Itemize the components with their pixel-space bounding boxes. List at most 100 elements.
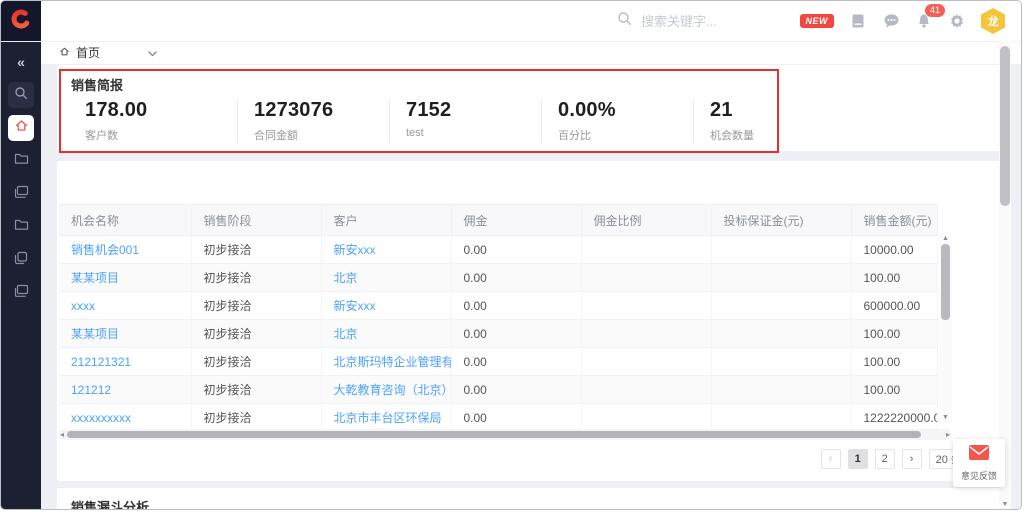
- feedback-label: 意见反馈: [961, 469, 997, 482]
- user-avatar[interactable]: 龙: [981, 8, 1005, 34]
- sidebar-item-module-2[interactable]: [8, 181, 34, 207]
- new-badge[interactable]: NEW: [800, 14, 835, 28]
- customer-link[interactable]: 北京: [334, 327, 358, 341]
- opportunity-link[interactable]: 某某项目: [71, 271, 119, 285]
- page-button-1[interactable]: 1: [848, 449, 868, 469]
- opportunity-link[interactable]: 某某项目: [71, 327, 119, 341]
- scrollbar-thumb[interactable]: [1000, 46, 1010, 206]
- settings-gear-icon[interactable]: [948, 12, 966, 30]
- table-cell: 0.00: [451, 320, 581, 348]
- feedback-widget[interactable]: 意见反馈: [953, 439, 1005, 487]
- page-button-2[interactable]: 2: [875, 449, 895, 469]
- main-content: 首页 销售简报 178.00客户数1273076合同金额7152test0.00…: [41, 41, 1021, 509]
- table-horizontal-scrollbar[interactable]: ◂ ▸: [59, 429, 951, 440]
- breadcrumb-dropdown[interactable]: [148, 46, 157, 60]
- customer-link[interactable]: 北京斯玛特企业管理有限公...: [334, 355, 452, 369]
- breadcrumb: 首页: [41, 41, 1021, 64]
- table-cell: 某某项目: [59, 264, 191, 292]
- scroll-up-icon[interactable]: ▲: [939, 234, 952, 243]
- table-cell: 初步接洽: [191, 376, 321, 404]
- table-cell: 121212: [59, 376, 191, 404]
- stat-label: 机会数量: [710, 127, 845, 143]
- sidebar-item-module-4[interactable]: [8, 247, 34, 273]
- table-row: xxxxxxxxxx初步接洽北京市丰台区环保局0.001222220000.00: [59, 404, 937, 432]
- table-cell: [581, 404, 711, 432]
- opportunity-link[interactable]: xxxx: [71, 299, 95, 313]
- scroll-left-icon[interactable]: ◂: [60, 429, 64, 440]
- brief-stat: 7152test: [389, 99, 541, 143]
- sales-funnel-title: 销售漏斗分析: [71, 497, 149, 510]
- customer-link[interactable]: 新安xxx: [334, 299, 376, 313]
- opportunity-link[interactable]: 121212: [71, 383, 111, 397]
- opportunity-link[interactable]: 销售机会001: [71, 243, 139, 257]
- table-cell: 北京: [321, 320, 451, 348]
- scroll-right-icon[interactable]: ▸: [946, 429, 950, 440]
- table-row: 某某项目初步接洽北京0.00100.00: [59, 320, 937, 348]
- table-cell: 1222220000.00: [851, 404, 937, 432]
- opportunity-table: 机会名称销售阶段客户佣金佣金比例投标保证金(元)销售金额(元) 销售机会001初…: [59, 204, 937, 432]
- search-input[interactable]: [639, 13, 793, 30]
- scroll-down-icon[interactable]: ▼: [999, 501, 1011, 508]
- table-cell: 0.00: [451, 292, 581, 320]
- scrollbar-thumb[interactable]: [941, 244, 950, 320]
- sidebar-item-module-3[interactable]: [8, 214, 34, 240]
- scrollbar-thumb[interactable]: [67, 431, 921, 438]
- customer-link[interactable]: 新安xxx: [334, 243, 376, 257]
- table-cell: [711, 292, 851, 320]
- brief-stat: 21机会数量: [693, 99, 845, 143]
- topbar: NEW 41 龙: [1, 1, 1021, 42]
- opportunity-table-card: 机会名称销售阶段客户佣金佣金比例投标保证金(元)销售金额(元) 销售机会001初…: [57, 161, 1001, 481]
- column-header: 客户: [321, 205, 451, 236]
- table-cell: 100.00: [851, 264, 937, 292]
- customer-link[interactable]: 大乾教育咨询（北京）有限...: [334, 383, 452, 397]
- sidebar-collapse-button[interactable]: «: [8, 49, 34, 75]
- home-icon: [14, 118, 29, 138]
- column-header: 机会名称: [59, 205, 191, 236]
- table-cell: 初步接洽: [191, 264, 321, 292]
- table-cell: 北京市丰台区环保局: [321, 404, 451, 432]
- table-cell: 大乾教育咨询（北京）有限...: [321, 376, 451, 404]
- page-buttons: 12: [848, 449, 895, 469]
- breadcrumb-home-label[interactable]: 首页: [76, 44, 100, 61]
- stat-label: 百分比: [558, 127, 693, 143]
- stacked-folders-icon: [14, 284, 29, 303]
- sidebar-item-home[interactable]: [8, 115, 34, 141]
- global-search: [617, 1, 793, 41]
- table-cell: 某某项目: [59, 320, 191, 348]
- opportunity-link[interactable]: 212121321: [71, 355, 131, 369]
- prev-page-button[interactable]: ‹: [821, 449, 841, 469]
- table-body: 销售机会001初步接洽新安xxx0.0010000.00某某项目初步接洽北京0.…: [59, 236, 937, 432]
- table-cell: 100.00: [851, 348, 937, 376]
- table-cell: [581, 320, 711, 348]
- stat-value: 7152: [406, 99, 541, 122]
- sidebar-item-module-1[interactable]: [8, 148, 34, 174]
- table-cell: [581, 292, 711, 320]
- table-cell: [581, 236, 711, 264]
- sidebar-item-module-5[interactable]: [8, 280, 34, 306]
- customer-link[interactable]: 北京: [334, 271, 358, 285]
- app-window: NEW 41 龙 «: [0, 0, 1022, 510]
- table-row: 销售机会001初步接洽新安xxx0.0010000.00: [59, 236, 937, 264]
- notifications-bell-icon[interactable]: 41: [915, 12, 933, 30]
- notebook-icon[interactable]: [849, 12, 867, 30]
- feedback-envelope-icon: [968, 444, 990, 466]
- sales-funnel-card: 销售漏斗分析: [57, 488, 1001, 510]
- app-logo[interactable]: [1, 1, 41, 41]
- table-cell: [711, 404, 851, 432]
- opportunity-link[interactable]: xxxxxxxxxx: [71, 411, 131, 425]
- table-cell: 初步接洽: [191, 320, 321, 348]
- table-cell: 100.00: [851, 376, 937, 404]
- customer-link[interactable]: 北京市丰台区环保局: [334, 411, 442, 425]
- sidebar-item-search[interactable]: [8, 82, 34, 108]
- stacked-folders-icon: [14, 185, 29, 204]
- table-cell: [711, 236, 851, 264]
- table-vertical-scrollbar[interactable]: ▲ ▼: [939, 233, 952, 423]
- messages-icon[interactable]: [882, 12, 900, 30]
- brief-stat: 0.00%百分比: [541, 99, 693, 143]
- next-page-button[interactable]: ›: [902, 449, 922, 469]
- column-header: 销售金额(元): [851, 205, 937, 236]
- stat-label: 合同金额: [254, 127, 389, 143]
- table-cell: xxxxxxxxxx: [59, 404, 191, 432]
- table-cell: [581, 264, 711, 292]
- scroll-down-icon[interactable]: ▼: [939, 413, 952, 422]
